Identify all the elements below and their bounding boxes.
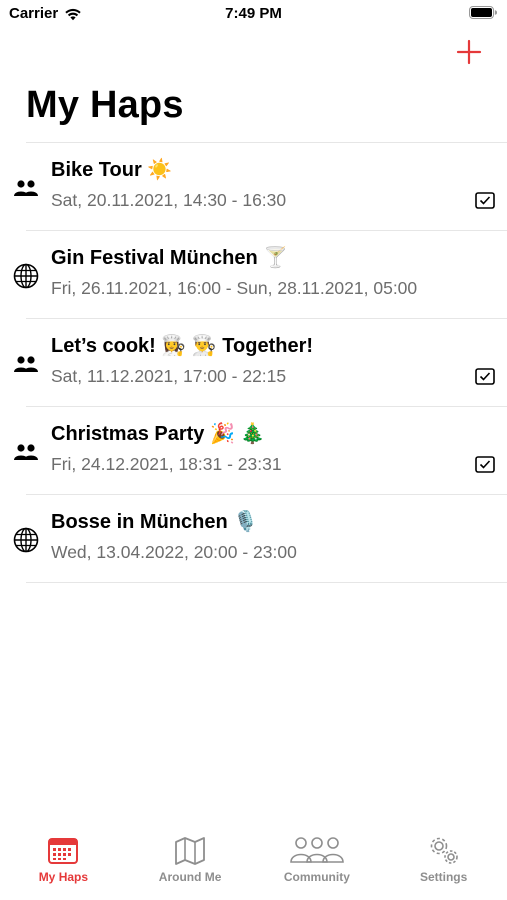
tab-around-me[interactable]: Around Me xyxy=(127,834,254,896)
tab-label: Community xyxy=(283,870,350,884)
haps-list: Bike Tour ☀️ Sat, 20.11.2021, 14:30 - 16… xyxy=(0,142,507,583)
hap-date: Sat, 20.11.2021, 14:30 - 16:30 xyxy=(51,190,287,210)
hap-title: Bike Tour ☀️ xyxy=(51,159,173,181)
list-item[interactable]: Bosse in München 🎙️ Wed, 13.04.2022, 20:… xyxy=(13,494,507,583)
hap-title: Let’s cook! 👩‍🍳 👨‍🍳 Together! xyxy=(51,335,314,357)
group-icon xyxy=(12,441,40,463)
globe-icon xyxy=(12,263,40,289)
hap-date: Fri, 26.11.2021, 16:00 - Sun, 28.11.2021… xyxy=(51,278,418,298)
hap-title: Bosse in München 🎙️ xyxy=(51,511,259,533)
group-icon xyxy=(12,353,40,375)
calendar-icon xyxy=(48,838,79,864)
hap-title: Christmas Party 🎉 🎄 xyxy=(51,423,266,445)
battery-icon xyxy=(469,6,497,19)
hap-date: Wed, 13.04.2022, 20:00 - 23:00 xyxy=(51,542,297,562)
hap-date: Fri, 24.12.2021, 18:31 - 23:31 xyxy=(51,454,282,474)
globe-icon xyxy=(12,527,40,553)
page-title: My Haps xyxy=(26,84,184,126)
tab-community[interactable]: Community xyxy=(254,834,381,896)
list-item[interactable]: Bike Tour ☀️ Sat, 20.11.2021, 14:30 - 16… xyxy=(14,142,507,230)
tab-label: My Haps xyxy=(38,870,89,884)
map-icon xyxy=(175,837,206,865)
tab-bar: My Haps Around Me Community Settings xyxy=(0,834,507,900)
list-item[interactable]: Let’s cook! 👩‍🍳 👨‍🍳 Together! Sat, 11.12… xyxy=(14,318,507,406)
group-icon xyxy=(12,177,40,199)
list-item[interactable]: Gin Festival München 🍸 Fri, 26.11.2021, … xyxy=(13,230,507,318)
checkmark-square-icon xyxy=(475,368,495,385)
tab-my-haps[interactable]: My Haps xyxy=(0,834,127,896)
gears-icon xyxy=(430,837,458,864)
checkmark-square-icon xyxy=(475,456,495,473)
list-item[interactable]: Christmas Party 🎉 🎄 Fri, 24.12.2021, 18:… xyxy=(14,406,507,494)
status-time: 7:49 PM xyxy=(225,5,282,22)
tab-label: Settings xyxy=(419,870,468,884)
tab-label: Around Me xyxy=(158,870,222,884)
add-hap-button[interactable] xyxy=(455,38,483,66)
plus-icon xyxy=(456,39,482,65)
tab-settings[interactable]: Settings xyxy=(380,834,507,896)
hap-title: Gin Festival München 🍸 xyxy=(51,247,289,269)
status-bar: Carrier 7:49 PM xyxy=(0,0,507,30)
checkmark-square-icon xyxy=(475,192,495,209)
hap-date: Sat, 11.12.2021, 17:00 - 22:15 xyxy=(51,366,287,386)
community-icon xyxy=(290,837,344,863)
